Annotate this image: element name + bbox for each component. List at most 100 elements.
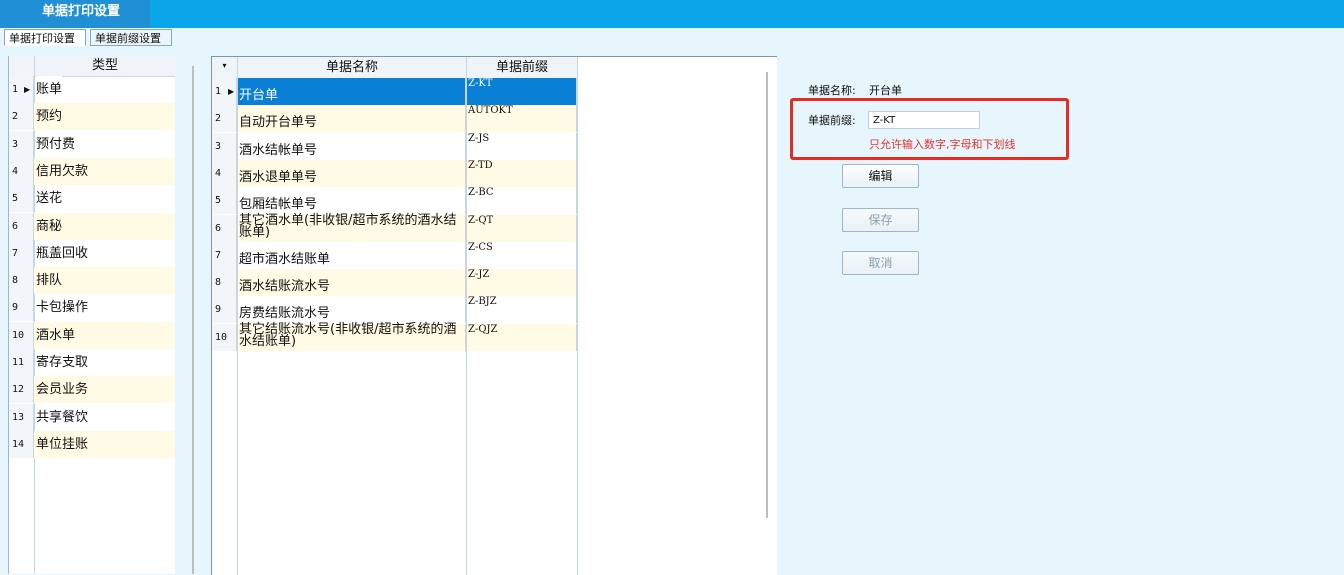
row-number: 7 [212,241,237,269]
row-number: 8 [212,269,237,297]
document-row[interactable]: 6 其它酒水单(非收银/超市系统的酒水结账单) Z-QT [212,214,578,242]
type-row[interactable]: 3 预付费 [9,130,175,158]
row-number: 9 [212,296,237,324]
doc-prefix-cell[interactable]: Z-KT [467,78,577,105]
row-number: 3 [212,132,237,160]
row-number: 5 [212,187,237,215]
doc-prefix-column-header[interactable]: 单据前缀 [467,57,578,78]
type-row[interactable]: 9 卡包操作 [9,294,175,322]
doc-name-cell[interactable]: 其它酒水单(非收银/超市系统的酒水结账单) [238,214,466,242]
row-number: 2 [9,103,34,131]
type-row[interactable]: 4 信用欠款 [9,157,175,185]
type-row[interactable]: 1 ▶ 账单 [9,76,175,103]
document-row[interactable]: 2 自动开台单号 AUTOKT [212,105,578,133]
type-label: 预付费 [36,136,76,152]
doc-prefix-cell[interactable]: Z-JS [467,132,577,160]
doc-prefix-cell[interactable]: Z-BJZ [467,296,577,324]
type-grid-corner [9,56,35,76]
row-number: 1 [9,76,34,103]
doc-name-cell[interactable]: 房费结账流水号 [238,296,466,324]
doc-name-label: 单据名称: [808,84,856,97]
doc-name-cell[interactable]: 自动开台单号 [238,105,466,133]
current-row-arrow-icon: ▶ [228,87,235,96]
doc-prefix-cell[interactable]: Z-QT [467,214,577,242]
row-number: 6 [9,212,34,240]
highlight-box [790,98,1069,160]
type-label: 共享餐饮 [36,409,89,425]
row-number: 5 [9,185,34,213]
row-number: 6 [212,214,237,242]
doc-name-cell[interactable]: 酒水结账流水号 [238,269,466,297]
type-row[interactable]: 7 瓶盖回收 [9,239,175,267]
type-label: 卡包操作 [36,300,89,316]
row-number: 14 [9,430,34,458]
row-number: 2 [212,105,237,133]
edit-button[interactable]: 编辑 [842,164,919,188]
window-title: 单据打印设置 [0,0,150,28]
tab-print-settings[interactable]: 单据打印设置 [4,29,86,46]
row-number: 8 [9,267,34,295]
doc-prefix-cell[interactable]: AUTOKT [467,105,577,133]
title-bar: 单据打印设置 [0,0,1344,28]
type-row[interactable]: 11 寄存支取 [9,349,175,376]
row-number: 11 [9,349,34,376]
doc-prefix-cell[interactable]: Z-CS [467,241,577,269]
type-label: 预约 [36,109,63,125]
document-row[interactable]: 4 酒水退单单号 Z-TD [212,159,578,187]
type-row[interactable]: 2 预约 [9,103,175,131]
type-row[interactable]: 12 会员业务 [9,376,175,404]
doc-name-cell[interactable]: 开台单 [238,78,466,105]
doc-prefix-cell[interactable]: Z-QJZ [467,323,577,351]
type-label: 商秘 [36,218,63,234]
type-label: 送花 [36,191,63,207]
row-number: 12 [9,376,34,404]
doc-name-cell[interactable]: 其它结账流水号(非收银/超市系统的酒水结账单) [238,323,466,351]
document-row[interactable]: 1 ▶ 开台单 Z-KT [212,78,578,105]
tab-strip: 单据打印设置 单据前缀设置 [0,28,1344,47]
type-row[interactable]: 5 送花 [9,185,175,213]
type-grid-header: 类型 [9,56,175,77]
type-label: 排队 [36,273,63,289]
row-number: 10 [212,323,237,351]
save-button[interactable]: 保存 [842,208,919,232]
doc-prefix-cell[interactable]: Z-TD [467,159,577,187]
type-row[interactable]: 13 共享餐饮 [9,403,175,431]
document-grid-header: ▾ 单据名称 单据前缀 [212,57,578,79]
doc-prefix-cell[interactable]: Z-JZ [467,269,577,297]
current-row-arrow-icon: ▶ [24,85,31,94]
tab-prefix-settings[interactable]: 单据前缀设置 [90,29,172,46]
type-label: 信用欠款 [36,163,89,179]
grid-menu-icon[interactable]: ▾ [212,57,238,78]
document-row[interactable]: 10 其它结账流水号(非收银/超市系统的酒水结账单) Z-QJZ [212,323,578,351]
row-number: 4 [212,159,237,187]
doc-name-cell[interactable]: 超市酒水结账单 [238,241,466,269]
row-number: 3 [9,130,34,158]
document-row[interactable]: 3 酒水结帐单号 Z-JS [212,132,578,160]
document-row[interactable]: 7 超市酒水结账单 Z-CS [212,241,578,269]
doc-name-cell[interactable]: 酒水结帐单号 [238,132,466,160]
doc-name-column-header[interactable]: 单据名称 [238,57,467,78]
row-number: 13 [9,403,34,431]
document-row[interactable]: 8 酒水结账流水号 Z-JZ [212,269,578,297]
type-row[interactable]: 8 排队 [9,267,175,295]
doc-name-cell[interactable]: 酒水退单单号 [238,159,466,187]
type-row[interactable]: 10 酒水单 [9,321,175,349]
type-label: 瓶盖回收 [36,245,89,261]
splitter-right[interactable] [766,72,768,518]
row-number: 4 [9,157,34,185]
document-grid: ▾ 单据名称 单据前缀 1 ▶ 开台单 Z-KT 2 自动开台单号 AUTOKT 3 酒水结帐单… [211,56,777,575]
type-grid: 类型 1 ▶ 账单 2 预约 3 预付费 4 信用欠款 5 送花 6 商秘 7 瓶盖回收 8 排队 9 卡包操作 10… [8,56,175,574]
type-label: 单位挂账 [36,436,89,452]
type-row[interactable]: 6 商秘 [9,212,175,240]
cancel-button[interactable]: 取消 [842,251,919,275]
row-number: 7 [9,239,34,267]
row-number: 10 [9,321,34,349]
document-row[interactable]: 5 包厢结帐单号 Z-BC [212,187,578,215]
doc-name-value: 开台单 [869,84,902,97]
doc-name-cell[interactable]: 包厢结帐单号 [238,187,466,215]
type-column-header[interactable]: 类型 [35,56,175,76]
document-row[interactable]: 9 房费结账流水号 Z-BJZ [212,296,578,324]
type-row[interactable]: 14 单位挂账 [9,430,175,458]
doc-prefix-cell[interactable]: Z-BC [467,187,577,215]
splitter-left[interactable] [192,66,194,574]
